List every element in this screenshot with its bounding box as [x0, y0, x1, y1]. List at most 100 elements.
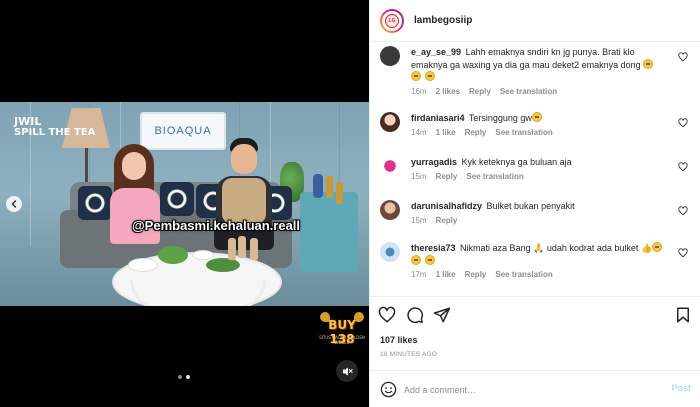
commenter-avatar[interactable] [380, 46, 400, 66]
comment-text-block: theresia73 Nikmati aza Bang 🙏 udah kodra… [411, 242, 673, 255]
like-heart-icon[interactable] [378, 306, 396, 324]
post-details-panel: LG lambegosiip e_ay_se_99 Lahh emaknya s… [369, 0, 700, 407]
laughing-emoji-icon [643, 58, 654, 69]
author-logo-icon: LG [385, 13, 399, 28]
comment-text: Nikmati aza Bang [460, 243, 531, 253]
speaker-muted-icon [342, 366, 353, 376]
see-translation-link[interactable]: See translation [466, 171, 523, 184]
laughing-emoji-icon [411, 254, 421, 265]
author-avatar[interactable]: LG [380, 8, 404, 33]
comment-time: 15m [411, 171, 427, 181]
comment-text: Tersinggung gw [468, 113, 532, 123]
pillow [160, 182, 194, 216]
commenter-username[interactable]: yurragadis [411, 157, 457, 167]
laughing-emoji-icon [424, 254, 435, 265]
show-logo-line1: JWIL [14, 115, 42, 128]
comment-time: 17m [411, 270, 427, 279]
brand-watermark: BUY 138 SITUS GACOR GOLDEN WORLD [318, 312, 366, 346]
post-comment-button[interactable]: Post [671, 383, 691, 393]
see-translation-link[interactable]: See translation [495, 269, 552, 282]
side-table [300, 192, 358, 272]
mute-button[interactable] [336, 360, 358, 382]
greens [206, 258, 240, 272]
comment-input[interactable] [404, 382, 654, 398]
video-frame[interactable]: JWIL SPILL THE TEA BIOAQUA @Pembasmi.keh… [0, 102, 369, 306]
reply-button[interactable]: Reply [436, 171, 458, 184]
bookmark-icon[interactable] [674, 306, 692, 324]
laughing-emoji-icon [652, 242, 663, 252]
comment-meta: 15m Reply [411, 215, 673, 228]
comment-meta: 14m 1 like Reply See translation [411, 127, 673, 140]
heart-icon[interactable] [678, 162, 688, 172]
comment-time: 14m [411, 127, 427, 137]
comment-text-continued: udah kodrat ada bulket [546, 243, 639, 253]
thumbs-up-emoji-icon: 👍 [640, 243, 653, 253]
video-overlay-text: @Pembasmi.kehaluan.reall [132, 218, 301, 233]
post-header: LG lambegosiip [370, 0, 700, 42]
candle [336, 182, 343, 204]
bottle [228, 238, 236, 260]
comment-meta: 15m Reply See translation [411, 171, 673, 184]
comment-text: Bulket bukan penyakit [486, 201, 575, 211]
heart-icon[interactable] [678, 52, 688, 62]
show-logo-line2: SPILL THE TEA [14, 127, 96, 138]
emoji-picker-icon[interactable] [380, 381, 397, 398]
candle [326, 176, 333, 198]
previous-slide-button[interactable] [6, 196, 22, 212]
bottle [238, 236, 246, 258]
commenter-username[interactable]: darunisalhafidzy [411, 201, 482, 211]
comment-likes-link[interactable]: 1 like [436, 269, 456, 282]
share-paper-plane-icon[interactable] [433, 306, 451, 324]
add-comment-bar: Post [370, 370, 700, 407]
comment-time: 15m [411, 215, 427, 225]
coffee-table-legs [130, 280, 266, 306]
heart-icon[interactable] [678, 118, 688, 128]
comment-emoji-line [411, 71, 673, 84]
comment-text-block: darunisalhafidzy Bulket bukan penyakit [411, 200, 673, 213]
comment-time: 16m [411, 86, 427, 96]
commenter-avatar[interactable] [380, 156, 400, 176]
likes-count[interactable]: 107 likes [380, 335, 418, 345]
see-translation-link[interactable]: See translation [500, 86, 557, 99]
heart-icon[interactable] [678, 206, 688, 216]
comment-meta: 17m 1 like Reply See translation [411, 269, 673, 282]
comment-likes-link[interactable]: 2 likes [436, 86, 460, 99]
author-username[interactable]: lambegosiip [414, 15, 472, 26]
bowl [192, 250, 214, 260]
comment-bubble-icon[interactable] [406, 306, 424, 324]
commenter-avatar[interactable] [380, 112, 400, 132]
reply-button[interactable]: Reply [465, 127, 487, 140]
laughing-emoji-icon [531, 112, 542, 122]
comment-emoji-line [411, 254, 673, 268]
commenter-username[interactable]: e_ay_se_99 [411, 47, 461, 57]
carousel-dot-active [186, 375, 190, 379]
comment-text-block: yurragadis Kyk keteknya ga buluan aja [411, 156, 673, 169]
plate [128, 258, 158, 272]
commenter-avatar[interactable] [380, 242, 400, 262]
reply-button[interactable]: Reply [465, 269, 487, 282]
post-media[interactable]: JWIL SPILL THE TEA BIOAQUA @Pembasmi.keh… [0, 0, 369, 407]
show-logo: JWIL SPILL THE TEA [14, 116, 95, 138]
laughing-emoji-icon [424, 71, 435, 81]
heart-icon[interactable] [678, 248, 688, 258]
chevron-left-icon [11, 200, 17, 208]
post-actions-bar [370, 296, 700, 332]
comment-likes-link[interactable]: 1 like [436, 127, 456, 140]
brand-watermark-subtext: SITUS GACOR GOLDEN WORLD [319, 335, 365, 345]
bottle [250, 238, 258, 260]
reply-button[interactable]: Reply [436, 215, 458, 228]
carousel-dot [178, 375, 182, 379]
commenter-username[interactable]: theresia73 [411, 243, 456, 253]
pray-emoji-icon: 🙏 [533, 243, 545, 253]
post-timestamp: 18 MINUTES AGO [380, 351, 437, 358]
comment-text-block: firdaniasari4 Tersinggung gw [411, 112, 673, 125]
comments-list[interactable]: e_ay_se_99 Lahh emaknya sndiri kn jg pun… [370, 42, 700, 296]
carousel-indicator [178, 375, 190, 379]
commenter-username[interactable]: firdaniasari4 [411, 113, 465, 123]
commenter-avatar[interactable] [380, 200, 400, 220]
comment-text-block: e_ay_se_99 Lahh emaknya sndiri kn jg pun… [411, 46, 673, 71]
comment-meta: 16m 2 likes Reply See translation [411, 86, 673, 99]
comment-text: Kyk keteknya ga buluan aja [461, 157, 572, 167]
see-translation-link[interactable]: See translation [495, 127, 552, 140]
reply-button[interactable]: Reply [469, 86, 491, 99]
